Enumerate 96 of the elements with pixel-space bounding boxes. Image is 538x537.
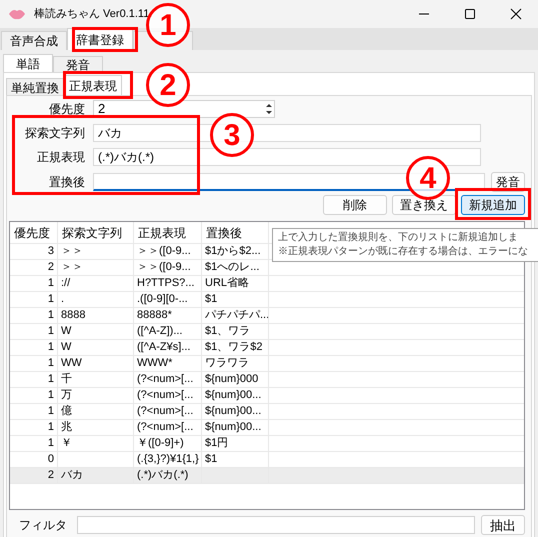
action-button[interactable]: 削除 [323, 195, 387, 215]
search-label: 探索文字列 [25, 125, 85, 142]
highlight-overlay [72, 27, 138, 52]
table-row[interactable]: 1 ￥ ￥([0-9]+) $1円 [10, 436, 524, 452]
table-cell: 0 [48, 453, 54, 465]
table-cell: 1 [48, 341, 54, 353]
table-cell: ([^A-Z])... [137, 325, 182, 337]
table-cell: W [61, 341, 72, 353]
sub-tab[interactable]: 単語 [3, 54, 53, 72]
table-cell: 1 [48, 405, 54, 417]
table-cell: $1円 [205, 437, 228, 449]
table-cell: (.{3,}?)¥1{1,} [137, 453, 199, 465]
table-cell: 1 [48, 437, 54, 449]
sub-tab[interactable]: 発音 [53, 56, 103, 72]
table-row[interactable]: 1 :// H?TTPS?... URL省略 [10, 276, 524, 292]
table-cell: ${num}00... [205, 405, 262, 417]
table-cell: URL省略 [205, 277, 250, 289]
table-row[interactable]: 1 W ([^A-Z¥s]... $1、ワラ$2 [10, 340, 524, 356]
action-button[interactable]: 置き換え [392, 195, 456, 215]
table-row[interactable]: 1 W ([^A-Z])... $1、ワラ [10, 324, 524, 340]
table-cell: W [61, 325, 72, 337]
table-cell: 2 [48, 261, 54, 273]
maximize-icon[interactable] [464, 8, 476, 20]
table-cell: ${num}00... [205, 389, 262, 401]
filter-field[interactable] [77, 516, 475, 534]
mode-tab[interactable]: 単純置換 [6, 78, 64, 95]
table-cell: ￥([0-9]+) [137, 437, 184, 449]
table-cell: (.*)バカ(.*) [137, 469, 188, 481]
replace-label: 置換後 [49, 174, 85, 191]
table-cell: ＞＞([0-9... [137, 261, 191, 273]
table-cell: (?<num>[... [137, 373, 194, 385]
column-header[interactable]: 優先度 [10, 222, 58, 243]
table-cell: $1 [205, 453, 218, 465]
table-row[interactable]: 1 . .([0-9][0-... $1 [10, 292, 524, 308]
main-tab[interactable]: 音声合成 [1, 31, 67, 50]
table-cell: $1、ワラ [205, 325, 250, 337]
table-cell: WWW* [137, 357, 172, 369]
table-cell: 88888* [137, 309, 172, 321]
table-cell: ワラワラ [205, 357, 249, 369]
table-cell: :// [61, 277, 70, 289]
table-cell: 1 [48, 277, 54, 289]
table-cell: (?<num>[... [137, 389, 194, 401]
table-cell: 千 [61, 373, 72, 385]
table-cell: 1 [48, 293, 54, 305]
table-cell: (?<num>[... [137, 421, 194, 433]
extract-button[interactable]: 抽出 [481, 515, 525, 535]
mode-tab[interactable]: 正規表現 [64, 75, 122, 95]
lips-icon [8, 8, 26, 20]
table-row[interactable]: 1 千 (?<num>[... ${num}000 [10, 372, 524, 388]
regex-label: 正規表現 [37, 149, 85, 166]
table-cell: $1 [205, 293, 218, 305]
table-row[interactable]: 1 兆 (?<num>[... ${num}00... [10, 420, 524, 436]
table-cell: ￥ [61, 437, 72, 449]
table-cell: 1 [48, 373, 54, 385]
table-row[interactable]: 1 億 (?<num>[... ${num}00... [10, 404, 524, 420]
table-cell: .([0-9][0-... [137, 293, 188, 305]
table-row[interactable]: 2 バカ (.*)バカ(.*) [10, 468, 524, 484]
table-cell: H?TTPS?... [137, 277, 194, 289]
table-cell: ＞＞ [61, 261, 83, 273]
table-cell: 億 [61, 405, 72, 417]
table-cell: ＞＞ [61, 245, 83, 257]
tooltip: 上で入力した置換規則を、下のリストに新規追加しま ※正規表現パターンが既に存在する場合は、エラーにな [272, 228, 538, 262]
table-cell: 1 [48, 389, 54, 401]
table-cell: 2 [48, 469, 54, 481]
table-cell: バカ [61, 469, 83, 481]
column-header[interactable]: 正規表現 [134, 222, 202, 243]
table-cell: ${num}000 [205, 373, 258, 385]
table-cell: 1 [48, 357, 54, 369]
close-icon[interactable] [510, 8, 522, 20]
filter-label: フィルタ [18, 517, 68, 534]
table-cell: 1 [48, 309, 54, 321]
column-header[interactable]: 探索文字列 [58, 222, 134, 243]
table-cell: (?<num>[... [137, 405, 194, 417]
table-cell: 万 [61, 389, 72, 401]
table-cell: 8888 [61, 309, 86, 321]
priority-label: 優先度 [49, 101, 85, 118]
table-cell: ${num}00... [205, 421, 262, 433]
action-button[interactable]: 新規追加 [461, 195, 525, 215]
table-cell: . [61, 293, 64, 305]
table-cell: $1、ワラ$2 [205, 341, 262, 353]
highlight-overlay [63, 71, 133, 99]
table-row[interactable]: 1 8888 88888* パチパチパ... [10, 308, 524, 324]
table-cell: ＞＞([0-9... [137, 245, 191, 257]
table-cell: 1 [48, 325, 54, 337]
column-header[interactable]: 置換後 [202, 222, 269, 243]
table-cell: $1から$2... [205, 245, 261, 257]
table-cell: パチパチパ... [205, 309, 268, 321]
table-cell: WW [61, 357, 82, 369]
table-cell: $1へのレ... [205, 261, 260, 273]
table-cell: 1 [48, 421, 54, 433]
table-row[interactable]: 1 万 (?<num>[... ${num}00... [10, 388, 524, 404]
table-cell: ([^A-Z¥s]... [137, 341, 190, 353]
table-row[interactable]: 1 WW WWW* ワラワラ [10, 356, 524, 372]
table-cell: 3 [48, 245, 54, 257]
table-cell: 兆 [61, 421, 72, 433]
regex-field[interactable]: (.*)バカ(.*) [93, 148, 481, 166]
